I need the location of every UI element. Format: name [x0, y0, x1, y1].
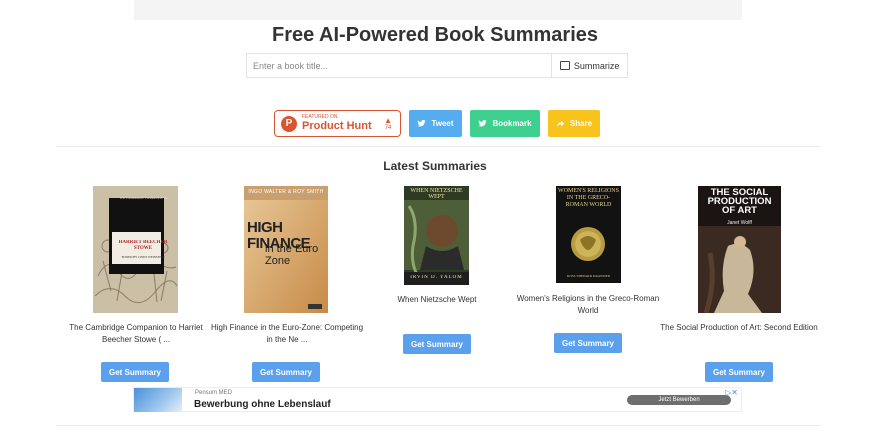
top-ad-banner — [134, 0, 742, 20]
cover-main-text: WOMEN'S RELIGIONS IN THE GRECO-ROMAN WOR… — [558, 188, 619, 208]
cover-main-text: HARRIET BEECHER STOWE — [118, 240, 168, 251]
book-icon — [559, 61, 570, 70]
cover-top-text: INGO WALTER & ROY SMITH — [248, 189, 324, 195]
product-hunt-votes: 74 — [384, 124, 392, 131]
search-input[interactable] — [246, 53, 552, 78]
summarize-label: Summarize — [573, 60, 620, 71]
ad-cta-button[interactable]: Jetzt Bewerben — [627, 395, 731, 405]
cover-sub-text: in the Euro Zone — [265, 243, 319, 265]
summarize-button[interactable]: Summarize — [551, 53, 628, 78]
upvote-arrow-icon: ▲ — [384, 115, 392, 125]
page-title: Free AI-Powered Book Summaries — [271, 24, 599, 46]
get-summary-button[interactable]: Get Summary — [705, 362, 773, 382]
tweet-label: Tweet — [431, 119, 454, 128]
divider — [56, 146, 820, 147]
book-title[interactable]: When Nietzsche Wept — [357, 294, 517, 306]
book-cover[interactable] — [404, 186, 469, 285]
cover-main-text: THE SOCIAL PRODUCTION OF ART — [707, 188, 772, 216]
product-hunt-name: Product Hunt — [302, 120, 372, 132]
share-label: Share — [569, 119, 593, 128]
cover-author-text: Janet Wolff — [727, 220, 752, 226]
cover-top-text: WHEN NIETZSCHE WEPT — [410, 188, 463, 198]
ad-headline: Bewerbung ohne Lebenslauf — [194, 399, 331, 410]
share-button[interactable]: Share — [548, 110, 600, 137]
get-summary-button[interactable]: Get Summary — [101, 362, 169, 382]
twitter-icon — [417, 119, 427, 127]
cover-author-text: IRVIN D. YALOM — [410, 275, 463, 280]
get-summary-button[interactable]: Get Summary — [252, 362, 320, 382]
ad-image — [134, 388, 182, 412]
divider — [56, 425, 820, 426]
bookmark-button[interactable]: Bookmark — [470, 110, 540, 137]
book-title[interactable]: Women's Religions in the Greco-Roman Wor… — [508, 293, 668, 317]
product-hunt-badge[interactable]: P FEATURED ON Product Hunt ▲ 74 — [274, 110, 401, 137]
tweet-button[interactable]: Tweet — [409, 110, 462, 137]
get-summary-button[interactable]: Get Summary — [403, 334, 471, 354]
twitter-icon — [478, 119, 488, 127]
bookmark-label: Bookmark — [492, 119, 532, 128]
search-form: Summarize — [246, 53, 628, 78]
cover-top-text: THE CAMBRIDGE COMPANION TO — [119, 196, 168, 200]
ad-choices-icon[interactable]: ▷✕ — [725, 388, 738, 397]
latest-summaries-heading: Latest Summaries — [383, 159, 487, 173]
cover-editor-text: EDITED BY CINDY WEINSTEIN — [121, 255, 165, 259]
book-title[interactable]: The Social Production of Art: Second Edi… — [659, 322, 819, 334]
share-arrow-icon — [556, 120, 565, 127]
get-summary-button[interactable]: Get Summary — [554, 333, 622, 353]
product-hunt-logo-icon: P — [281, 115, 297, 132]
ad-advertiser: Pensum MED — [195, 390, 233, 396]
cover-author-text: ROSS SHEPARD KRAEMER — [566, 274, 611, 278]
bottom-ad[interactable]: Pensum MED Bewerbung ohne Lebenslauf Jet… — [133, 387, 742, 412]
book-cover-art — [404, 186, 469, 285]
book-title[interactable]: The Cambridge Companion to Harriet Beech… — [56, 322, 216, 346]
book-title[interactable]: High Finance in the Euro-Zone: Competing… — [207, 322, 367, 346]
